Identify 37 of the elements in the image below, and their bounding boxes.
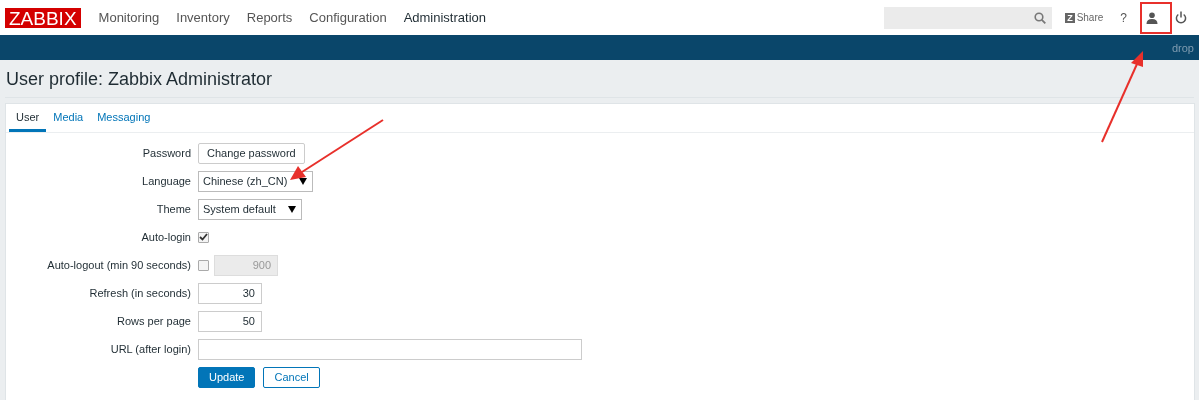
number-field[interactable]: 30: [198, 282, 262, 304]
field-label: Auto-logout (min 90 seconds): [46, 259, 191, 271]
cancel-button[interactable]: Cancel: [263, 366, 320, 388]
field-label: URL (after login): [109, 343, 191, 355]
menu-item[interactable]: Configuration: [309, 10, 387, 25]
field-label: Auto-login: [140, 231, 191, 243]
dropdown[interactable]: Chinese (zh_CN): [198, 170, 314, 192]
field-label: Theme: [155, 203, 191, 215]
field-label: Rows per page: [116, 315, 191, 327]
search-icon: [1034, 11, 1047, 24]
page-title: User profile: Zabbix Administrator: [5, 60, 1194, 98]
field-label: Password: [141, 147, 191, 159]
checkbox[interactable]: [198, 231, 209, 243]
highlight-frame: [1140, 2, 1172, 34]
share-link[interactable]: Z Share: [1065, 12, 1104, 23]
menu-item[interactable]: Reports: [246, 10, 293, 25]
caret-icon: [299, 177, 308, 185]
caret-icon: [287, 205, 296, 213]
logo[interactable]: ZABBIX: [5, 7, 81, 28]
field-label: Language: [141, 175, 191, 187]
field-label: Refresh (in seconds): [88, 287, 191, 299]
menu-item[interactable]: Administration: [403, 10, 486, 25]
change-password-button[interactable]: Change password: [198, 142, 305, 164]
help-link[interactable]: ?: [1120, 10, 1127, 25]
tab[interactable]: Media: [46, 104, 91, 132]
menu-item[interactable]: Inventory: [176, 10, 230, 25]
url-field[interactable]: [198, 338, 582, 360]
drop-label[interactable]: drop: [1171, 41, 1194, 54]
dropdown[interactable]: System default: [198, 198, 302, 220]
search-field[interactable]: [884, 6, 1053, 29]
number-field[interactable]: 50: [198, 310, 262, 332]
user-icon[interactable]: [1146, 11, 1158, 24]
tab[interactable]: Messaging: [90, 104, 158, 132]
menu-item[interactable]: Monitoring: [98, 10, 160, 25]
tab[interactable]: User: [9, 104, 47, 132]
power-icon[interactable]: [1175, 11, 1187, 24]
update-button[interactable]: Update: [198, 366, 256, 388]
